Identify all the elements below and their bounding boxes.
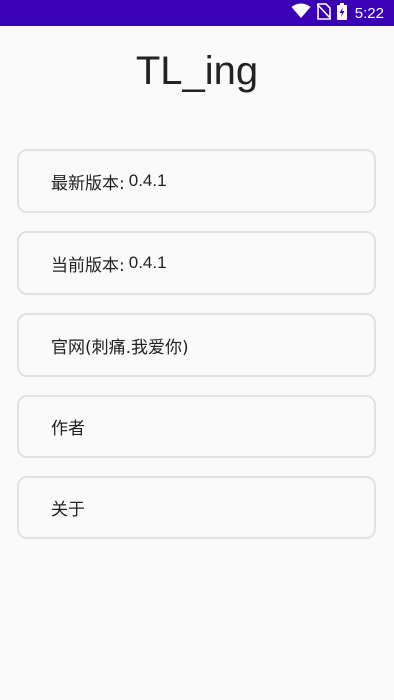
latest-version-value: 0.4.1 (128, 171, 167, 190)
app-title: TL_ing (135, 49, 259, 93)
menu-list: 最新版本: 0.4.1 当前版本: 0.4.1 官网(刺痛.我爱你) 作者 关于 (17, 149, 377, 539)
latest-version-item[interactable]: 最新版本: 0.4.1 (17, 149, 376, 213)
current-version-item[interactable]: 当前版本: 0.4.1 (17, 231, 376, 295)
author-label: 作者 (51, 419, 85, 439)
battery-charging-icon (336, 2, 347, 24)
status-icons: 5:22 (291, 0, 384, 26)
current-version-label: 当前版本: (51, 255, 125, 276)
about-label: 关于 (51, 500, 85, 520)
website-item[interactable]: 官网(刺痛.我爱你) (17, 313, 376, 377)
current-version-value: 0.4.1 (128, 253, 167, 272)
no-sim-icon (316, 2, 332, 24)
wifi-icon (291, 3, 311, 23)
author-item[interactable]: 作者 (17, 395, 376, 458)
status-time: 5:22 (354, 4, 384, 22)
latest-version-label: 最新版本: (51, 173, 125, 194)
status-bar: 5:22 (0, 0, 394, 26)
about-item[interactable]: 关于 (17, 476, 376, 539)
website-label: 官网(刺痛.我爱你) (51, 337, 189, 358)
